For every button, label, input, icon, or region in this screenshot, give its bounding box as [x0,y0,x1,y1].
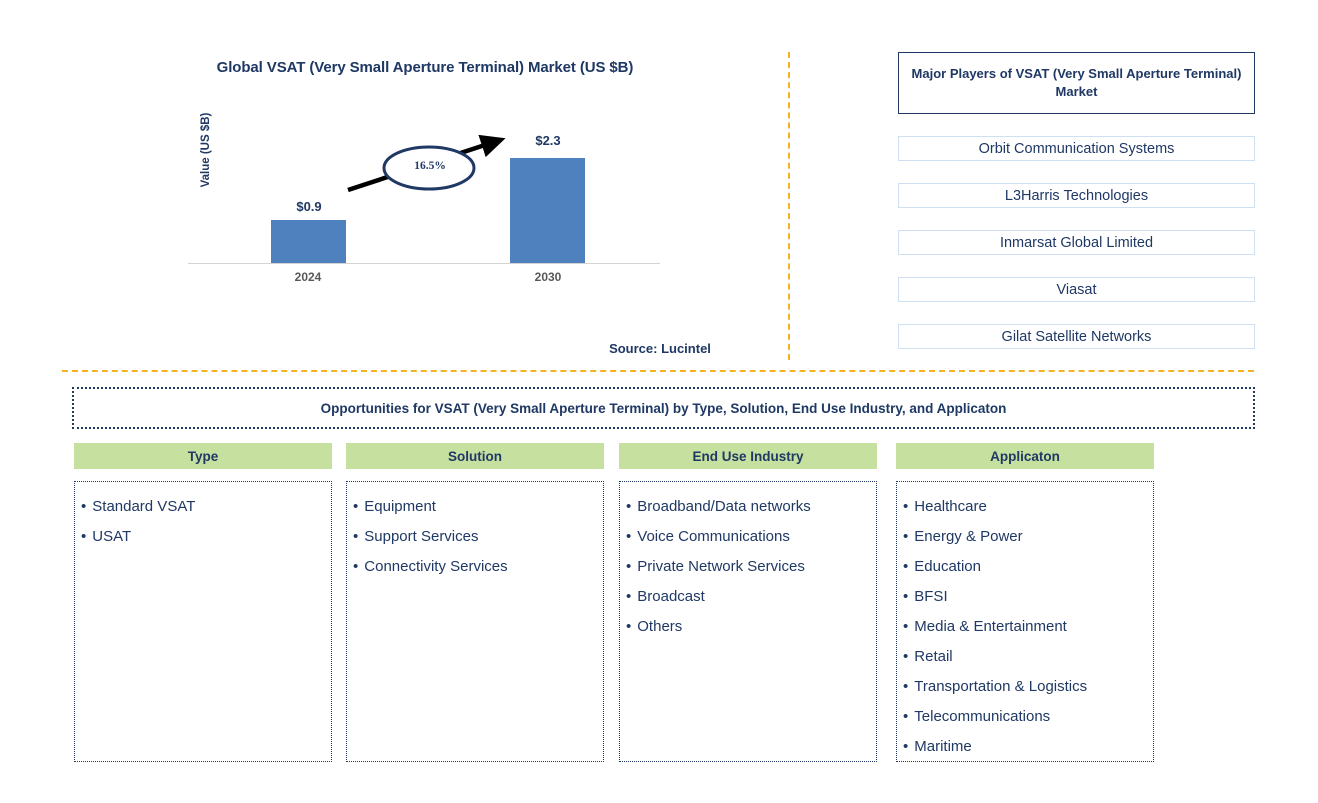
column-header: Solution [346,443,604,469]
list-item: • Education [903,552,1145,582]
list-item-label: Education [914,558,981,575]
bullet-icon: • [903,618,909,635]
bullet-icon: • [626,528,632,545]
bullet-icon: • [626,588,632,605]
list-item: • Support Services [353,522,595,552]
list-item: • Private Network Services [626,552,868,582]
column-header: Applicaton [896,443,1154,469]
bullet-icon: • [81,528,87,545]
column-body: • Equipment • Support Services • Connectivity… [346,481,604,762]
column-header: End Use Industry [619,443,877,469]
list-item-label: Transportation & Logistics [914,678,1088,695]
list-item: • Telecommunications [903,702,1145,732]
source-label: Source: Lucintel [609,341,711,356]
list-item: • Healthcare [903,492,1145,522]
column-body: • Healthcare • Energy & Power • Education • BFS… [896,481,1154,762]
bullet-icon: • [81,498,87,515]
list-item: • Others [626,612,868,642]
horizontal-divider [62,370,1254,372]
list-item: • Retail [903,642,1145,672]
opportunity-column-applicaton: Applicaton • Healthcare • Energy & Power • Ed… [896,443,1154,762]
list-item: • Energy & Power [903,522,1145,552]
chart-title: Global VSAT (Very Small Aperture Termina… [216,59,634,76]
bullet-icon: • [626,498,632,515]
player-name: Viasat [1056,281,1097,298]
opportunities-banner: Opportunities for VSAT (Very Small Apert… [72,387,1255,429]
player-row: Gilat Satellite Networks [898,324,1255,349]
bullet-icon: • [626,618,632,635]
bullet-icon: • [626,558,632,575]
player-row: L3Harris Technologies [898,183,1255,208]
player-name: L3Harris Technologies [1004,187,1149,204]
opportunity-column-type: Type • Standard VSAT • USAT [74,443,332,762]
major-players-title: Major Players of VSAT (Very Small Apertu… [898,52,1255,114]
chart-x-axis-line [188,263,660,264]
list-item-label: Broadband/Data networks [637,498,811,515]
list-item-label: Maritime [914,738,972,755]
player-row: Inmarsat Global Limited [898,230,1255,255]
list-item-label: Support Services [364,528,479,545]
cagr-value: 16.5% [414,160,446,172]
bar-2024 [271,220,346,263]
list-item-label: Energy & Power [914,528,1023,545]
market-chart-panel: Global VSAT (Very Small Aperture Termina… [0,0,788,370]
list-item: • USAT [81,522,323,552]
list-item-label: Media & Entertainment [914,618,1067,635]
bullet-icon: • [903,648,909,665]
list-item-label: Connectivity Services [364,558,508,575]
list-item: • Connectivity Services [353,552,595,582]
list-item-label: Equipment [364,498,436,515]
list-item: • Equipment [353,492,595,522]
x-tick-2024: 2024 [294,270,322,284]
list-item-label: Standard VSAT [92,498,196,515]
opportunity-column-solution: Solution • Equipment • Support Services • Con… [346,443,604,762]
bullet-icon: • [903,738,909,755]
list-item-label: Healthcare [914,498,987,515]
player-name: Gilat Satellite Networks [1001,328,1152,345]
list-item: • Broadband/Data networks [626,492,868,522]
player-row: Viasat [898,277,1255,302]
list-item: • Transportation & Logistics [903,672,1145,702]
bullet-icon: • [353,558,359,575]
bullet-icon: • [903,588,909,605]
list-item: • Media & Entertainment [903,612,1145,642]
column-body: • Broadband/Data networks • Voice Communica… [619,481,877,762]
player-name: Inmarsat Global Limited [999,234,1154,251]
bullet-icon: • [903,708,909,725]
column-body: • Standard VSAT • USAT [74,481,332,762]
list-item: • Standard VSAT [81,492,323,522]
bullet-icon: • [353,498,359,515]
player-row: Orbit Communication Systems [898,136,1255,161]
list-item: • Broadcast [626,582,868,612]
bullet-icon: • [353,528,359,545]
list-item-label: Telecommunications [914,708,1051,725]
opportunity-column-end-use-industry: End Use Industry • Broadband/Data network… [619,443,877,762]
player-name: Orbit Communication Systems [978,140,1175,157]
list-item-label: Broadcast [637,588,705,605]
list-item-label: Others [637,618,683,635]
list-item: • BFSI [903,582,1145,612]
bullet-icon: • [903,528,909,545]
opportunities-columns: Type • Standard VSAT • USAT Solution • Equip… [74,443,1257,768]
list-item-label: USAT [92,528,132,545]
list-item-label: Private Network Services [637,558,805,575]
x-tick-2030: 2030 [534,270,562,284]
list-item-label: Retail [914,648,953,665]
bullet-icon: • [903,678,909,695]
bullet-icon: • [903,498,909,515]
list-item-label: BFSI [914,588,948,605]
bullet-icon: • [903,558,909,575]
list-item: • Maritime [903,732,1145,762]
major-players-panel: Major Players of VSAT (Very Small Apertu… [898,52,1255,349]
bar-2030 [510,158,585,263]
column-header: Type [74,443,332,469]
vertical-divider [788,52,790,360]
list-item: • Voice Communications [626,522,868,552]
list-item-label: Voice Communications [637,528,790,545]
chart-y-axis-label: Value (US $B) [200,112,212,188]
